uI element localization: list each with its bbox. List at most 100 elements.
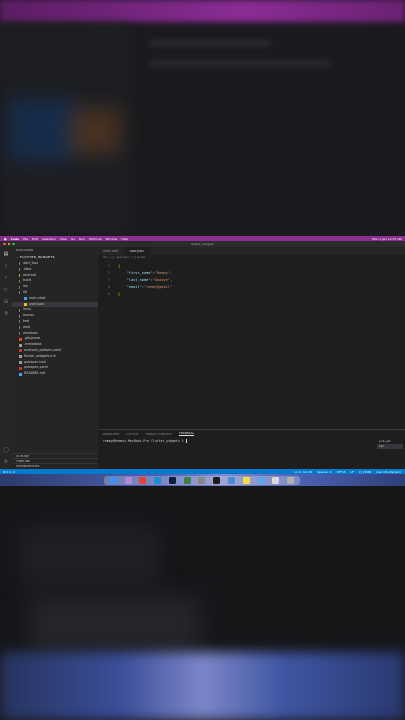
breadcrumb[interactable]: lib > {} user.json > [] email <box>98 255 405 260</box>
chevron-right-icon <box>19 285 21 289</box>
launchpad-icon[interactable] <box>124 477 132 484</box>
blurred-background-top <box>0 0 405 236</box>
settings-icon[interactable] <box>198 477 206 484</box>
file-type-icon <box>19 355 22 359</box>
zoom-window-button[interactable] <box>12 242 15 245</box>
status-item[interactable]: mac OS (darwin) <box>376 470 401 474</box>
blurred-background-bottom <box>0 486 405 720</box>
panel-tab-terminal[interactable]: TERMINAL <box>178 431 195 436</box>
chevron-right-icon <box>19 273 21 277</box>
apple-icon[interactable]: ● <box>4 237 7 241</box>
preview-icon[interactable] <box>272 477 280 484</box>
status-item[interactable]: {} JSON <box>359 470 371 474</box>
code-line[interactable]: 3 "last_name":"Okoaye", <box>98 277 405 284</box>
menu-app[interactable]: Code <box>11 237 19 241</box>
code-token: "Remmy" <box>154 271 170 275</box>
menu-item-go[interactable]: Go <box>71 237 75 241</box>
status-item[interactable]: Ln 4, Col 29 <box>294 470 312 474</box>
terminal-icon[interactable] <box>213 477 221 484</box>
file-type-icon <box>19 360 22 364</box>
chevron-right-icon <box>19 308 21 312</box>
menu-item-run[interactable]: Run <box>79 237 85 241</box>
folder-icon[interactable] <box>257 477 265 484</box>
chevron-right-icon <box>19 291 21 295</box>
chevron-right-icon <box>19 314 21 318</box>
code-token: , <box>169 271 173 275</box>
chevron-right-icon <box>19 320 21 324</box>
menu-item-view[interactable]: View <box>60 237 67 241</box>
code-token: , <box>169 278 173 282</box>
menu-item-edit[interactable]: Edit <box>32 237 38 241</box>
tree-item-label: user.json <box>29 301 45 306</box>
file-type-icon <box>24 297 27 301</box>
panel-tab-output[interactable]: OUTPUT <box>126 432 138 436</box>
run-debug-icon[interactable]: ▷ <box>3 287 9 293</box>
panel-tab-problems[interactable]: PROBLEMS <box>103 432 119 436</box>
android-studio-icon[interactable] <box>183 477 191 484</box>
search-icon[interactable]: ⌕ <box>3 263 9 269</box>
status-problems[interactable]: ⊗ 0 ⚠ 0 <box>3 470 15 474</box>
chevron-right-icon <box>19 331 21 335</box>
extensions-icon[interactable]: ⊞ <box>3 299 9 305</box>
activity-bar: ▤ ⌕ ⑂ ▷ ⊞ ⚗ ◯ ⚙ <box>0 247 12 469</box>
account-icon[interactable]: ◯ <box>3 447 9 453</box>
file-type-icon <box>19 349 22 353</box>
menubar-clock[interactable]: Mon 1 Jan 12:37 AM <box>372 237 402 241</box>
dock <box>104 476 300 485</box>
file-item[interactable]: README.md <box>12 371 98 377</box>
finder-icon[interactable] <box>109 477 117 484</box>
trash-icon[interactable] <box>287 477 295 484</box>
menu-item-file[interactable]: File <box>23 237 28 241</box>
bottom-panel: PROBLEMS OUTPUT DEBUG CONSOLE TERMINAL remm… <box>98 429 405 470</box>
notes-icon[interactable] <box>242 477 250 484</box>
code-text: } <box>118 291 120 298</box>
code-editor[interactable]: 1{2 "first_name":"Remmy", 3 "last_name":"… <box>98 263 405 298</box>
file-type-icon <box>19 337 22 341</box>
editor-tab[interactable]: user.json <box>124 247 150 255</box>
file-type-icon <box>19 372 22 376</box>
window-controls <box>3 242 15 245</box>
testing-icon[interactable]: ⚗ <box>3 311 9 317</box>
status-item[interactable]: Spaces: 4 <box>317 470 332 474</box>
code-line[interactable]: 1{ <box>98 263 405 270</box>
photoshop-icon[interactable] <box>168 477 176 484</box>
code-line[interactable]: 2 "first_name":"Remmy", <box>98 270 405 277</box>
vscode-window: ● Code File Edit Selection View Go Run Termina… <box>0 236 405 486</box>
editor-tab[interactable]: main.dart <box>98 247 125 255</box>
chevron-right-icon <box>19 262 21 266</box>
explorer-sidebar: EXPLORER ⌄ FLUTTER_WIDGETS dart_tool .ide… <box>12 247 102 469</box>
desktop-wallpaper <box>0 474 405 486</box>
menu-item-selection[interactable]: Selection <box>42 237 56 241</box>
status-item[interactable]: LF <box>350 470 353 474</box>
code-token: "email" <box>126 285 142 289</box>
settings-gear-icon[interactable]: ⚙ <box>3 459 9 465</box>
chevron-right-icon <box>19 268 21 272</box>
close-window-button[interactable] <box>3 242 6 245</box>
menu-item-terminal[interactable]: Terminal <box>89 237 102 241</box>
terminal-instance[interactable]: zsh <box>377 444 403 449</box>
status-item[interactable]: UTF-8 <box>337 470 346 474</box>
source-control-icon[interactable]: ⑂ <box>3 275 9 281</box>
menu-item-window[interactable]: Window <box>106 237 118 241</box>
code-token: } <box>118 292 121 296</box>
chrome-icon[interactable] <box>139 477 147 484</box>
explorer-icon[interactable]: ▤ <box>3 251 9 257</box>
menu-item-help[interactable]: Help <box>121 237 128 241</box>
code-token: "remmy@gmail" <box>143 285 173 289</box>
vscode-icon[interactable] <box>154 477 162 484</box>
simulator-icon[interactable] <box>228 477 235 484</box>
dependencies-label: DEPENDENCIES <box>16 464 40 468</box>
file-type-icon <box>24 302 27 306</box>
file-type-icon <box>19 343 22 347</box>
project-folder[interactable]: ⌄ FLUTTER_WIDGETS <box>12 254 55 261</box>
minimize-window-button[interactable] <box>7 242 10 245</box>
code-text: "email":"remmy@gmail" <box>118 284 172 291</box>
terminal-prompt[interactable]: remmy@Remmys-MacBook-Pro flutter_widgets… <box>98 439 405 443</box>
terminal-list: pub get zsh <box>377 439 403 449</box>
code-line[interactable]: 4 "email":"remmy@gmail" <box>98 284 405 291</box>
code-text: "first_name":"Remmy", <box>118 270 172 277</box>
panel-tab-debug-console[interactable]: DEBUG CONSOLE <box>146 432 172 436</box>
code-line[interactable]: 5} <box>98 291 405 298</box>
editor-tabs: main.dart user.json <box>98 247 405 255</box>
